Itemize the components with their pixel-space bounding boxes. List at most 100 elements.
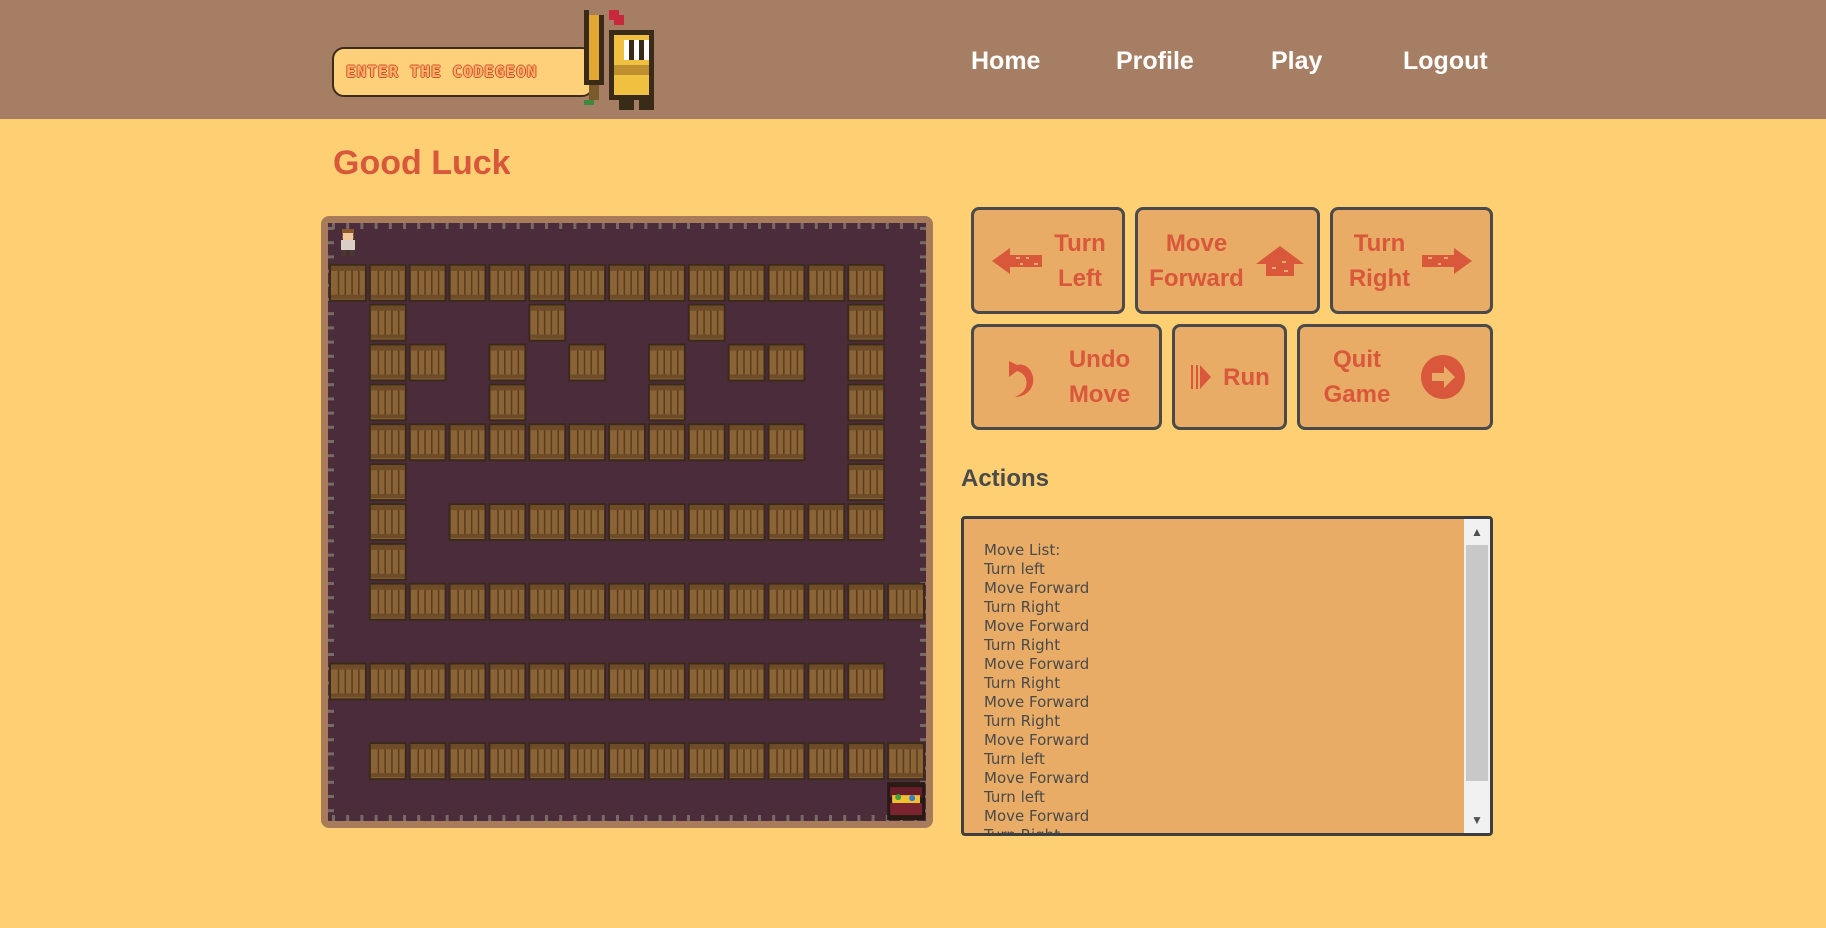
- crate-wall: [608, 742, 646, 781]
- crate-wall: [767, 343, 806, 382]
- wall-stone: [672, 815, 676, 821]
- move-list-item: Move Forward: [984, 655, 1090, 673]
- scroll-thumb[interactable]: [1466, 545, 1488, 781]
- wall-stone: [346, 223, 350, 229]
- wall-stone: [328, 496, 334, 500]
- crate-wall: [408, 662, 447, 701]
- turn-right-button[interactable]: Turn Right: [1330, 207, 1493, 314]
- crate-wall: [488, 423, 527, 462]
- crate-wall: [368, 383, 407, 422]
- crate-wall: [727, 343, 766, 382]
- wall-stone: [328, 468, 334, 472]
- arrow-right-icon: [1420, 246, 1474, 276]
- crate-wall: [488, 263, 527, 302]
- crate-wall: [647, 582, 686, 621]
- crate-wall: [887, 742, 925, 781]
- crate-wall: [727, 582, 766, 621]
- crate-wall: [847, 423, 886, 462]
- crate-wall: [887, 582, 925, 621]
- wall-stone: [871, 815, 875, 821]
- quit-game-button[interactable]: Quit Game: [1297, 324, 1493, 430]
- crate-wall: [647, 662, 686, 701]
- scroll-up-icon[interactable]: ▲: [1464, 521, 1490, 543]
- wall-stone: [701, 815, 705, 821]
- wall-stone: [328, 724, 334, 727]
- crate-wall: [727, 662, 766, 701]
- crate-wall: [568, 423, 607, 462]
- wall-stone: [920, 653, 926, 656]
- wall-stone: [328, 738, 334, 742]
- actions-scrollbar[interactable]: ▲ ▼: [1464, 519, 1490, 833]
- wall-stone: [920, 269, 926, 273]
- turn-left-button[interactable]: Turn Left: [971, 207, 1125, 314]
- crate-wall: [608, 263, 646, 302]
- crate-wall: [687, 582, 726, 621]
- crate-wall: [687, 263, 726, 302]
- wall-stone: [328, 340, 334, 344]
- wall-stone: [920, 539, 926, 543]
- wall-stone: [920, 383, 926, 387]
- crate-wall: [767, 742, 806, 781]
- crate-wall: [488, 662, 527, 701]
- wall-stone: [658, 815, 662, 821]
- wall-stone: [914, 223, 918, 229]
- wall-stone: [920, 738, 926, 742]
- wall-stone: [920, 369, 926, 372]
- undo-icon: [1003, 355, 1039, 399]
- wall-stone: [920, 525, 926, 529]
- crate-wall: [329, 662, 367, 701]
- wall-stone: [601, 815, 605, 821]
- wall-stone: [857, 815, 861, 821]
- crate-wall: [687, 503, 726, 541]
- wall-stone: [687, 223, 690, 229]
- move-forward-button[interactable]: Move Forward: [1135, 207, 1320, 314]
- wall-stone: [786, 223, 790, 229]
- wall-stone: [920, 227, 926, 230]
- wall-stone: [729, 223, 733, 229]
- arrow-up-icon: [1254, 244, 1306, 278]
- wall-stone: [701, 223, 705, 229]
- move-list-item: Turn Right: [984, 636, 1061, 654]
- nav-logout-link[interactable]: Logout: [1403, 47, 1488, 76]
- run-button[interactable]: Run: [1172, 324, 1287, 430]
- wall-stone: [328, 610, 334, 614]
- wall-stone: [920, 695, 926, 699]
- move-forward-label: Move Forward: [1149, 229, 1244, 292]
- wall-stone: [545, 223, 548, 229]
- wall-stone: [431, 815, 435, 821]
- crate-wall: [368, 662, 407, 701]
- nav-profile-link[interactable]: Profile: [1116, 47, 1194, 76]
- run-label: Run: [1223, 363, 1270, 391]
- crate-wall: [408, 582, 447, 621]
- wall-stone: [814, 223, 818, 229]
- crate-wall: [568, 662, 607, 701]
- crate-wall: [647, 423, 686, 462]
- wall-stone: [920, 468, 926, 472]
- wall-stone: [328, 752, 334, 756]
- move-list-item: Move Forward: [984, 579, 1090, 597]
- crate-wall: [807, 742, 846, 781]
- undo-move-button[interactable]: Undo Move: [971, 324, 1162, 430]
- codegeon-logo[interactable]: ENTER THE CODEGEON: [332, 10, 662, 110]
- wall-stone: [920, 354, 926, 358]
- move-list-item: Turn Right: [984, 826, 1061, 836]
- nav-home-link[interactable]: Home: [971, 47, 1040, 76]
- crate-wall: [727, 742, 766, 781]
- wall-stone: [328, 511, 334, 514]
- wall-stone: [772, 223, 776, 229]
- wall-stone: [616, 223, 619, 229]
- wall-stone: [786, 815, 790, 821]
- wall-stone: [715, 815, 719, 821]
- crate-wall: [647, 343, 686, 382]
- wall-stone: [601, 223, 605, 229]
- wall-stone: [459, 223, 463, 229]
- actions-log[interactable]: Move List: Turn left Move Forward Turn Righ…: [961, 516, 1493, 836]
- wall-stone: [920, 326, 926, 330]
- nav-play-link[interactable]: Play: [1271, 47, 1322, 76]
- crate-wall: [687, 662, 726, 701]
- crate-wall: [528, 303, 567, 342]
- scroll-down-icon[interactable]: ▼: [1464, 809, 1490, 831]
- wall-stone: [328, 241, 334, 245]
- wall-stone: [658, 223, 662, 229]
- crate-wall: [368, 303, 407, 342]
